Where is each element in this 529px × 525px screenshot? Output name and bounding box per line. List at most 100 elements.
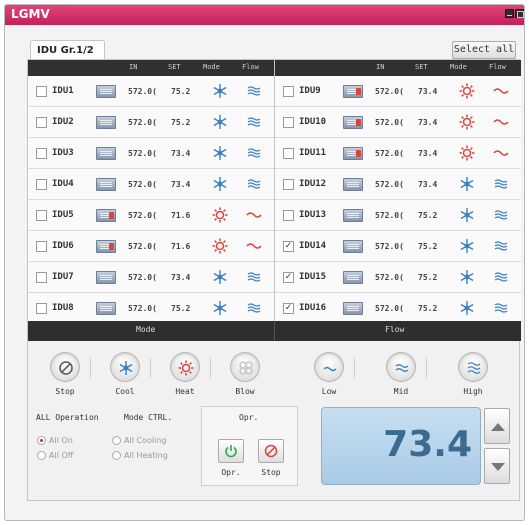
idu-checkbox[interactable] xyxy=(283,210,294,221)
idu-set-value: 75.2 xyxy=(418,273,438,282)
table-row[interactable]: IDU3 572.0(73.4 xyxy=(28,138,274,169)
mode-cool-label: Cool xyxy=(115,387,135,396)
flow-low-button[interactable] xyxy=(314,352,344,382)
table-row[interactable]: IDU9 572.0(73.4 xyxy=(275,76,521,107)
mode-cool-button[interactable] xyxy=(110,352,140,382)
wave-icon xyxy=(493,88,509,94)
table-row[interactable]: IDU12 572.0(73.4 xyxy=(275,169,521,200)
idu-in-value: 572.0( xyxy=(375,149,404,158)
idu-checkbox[interactable]: ✓ xyxy=(283,303,294,314)
idu-name: IDU6 xyxy=(52,241,74,251)
idu-flow xyxy=(246,270,262,284)
table-row[interactable]: IDU7 572.0(73.4 xyxy=(28,262,274,293)
tab-idu-group[interactable]: IDU Gr.1/2 xyxy=(30,40,105,60)
idu-checkbox[interactable] xyxy=(36,117,47,128)
table-row[interactable]: ✓ IDU16 572.0(75.2 xyxy=(275,293,521,324)
snowflake-icon xyxy=(460,239,474,253)
idu-checkbox[interactable] xyxy=(36,210,47,221)
table-row[interactable]: IDU8 572.0(75.2 xyxy=(28,293,274,324)
all-on-radio[interactable] xyxy=(37,436,46,445)
mode-blow-button[interactable] xyxy=(230,352,260,382)
idu-checkbox[interactable] xyxy=(283,179,294,190)
idu-name: IDU13 xyxy=(299,210,327,220)
stop-button[interactable] xyxy=(258,439,284,463)
idu-checkbox[interactable] xyxy=(36,241,47,252)
idu-checkbox[interactable] xyxy=(283,86,294,97)
header-in: IN xyxy=(376,63,385,71)
mode-heat-button[interactable] xyxy=(170,352,200,382)
all-off-radio[interactable] xyxy=(37,451,46,460)
wind-icon xyxy=(247,179,261,189)
sun-icon xyxy=(459,114,475,130)
snowflake-icon xyxy=(213,270,227,284)
all-operation-title: ALL Operation xyxy=(36,413,99,422)
opr-title: Opr. xyxy=(239,413,259,422)
idu-checkbox[interactable] xyxy=(36,86,47,97)
mode-blow-label: Blow xyxy=(235,387,255,396)
wind-icon xyxy=(247,117,261,127)
indoor-unit-icon xyxy=(343,271,363,284)
table-row[interactable]: IDU11 572.0(73.4 xyxy=(275,138,521,169)
temperature-up-button[interactable] xyxy=(484,408,510,444)
maximize-icon[interactable] xyxy=(515,9,524,18)
flow-mid-button[interactable] xyxy=(386,352,416,382)
wind-icon xyxy=(494,241,508,251)
table-row[interactable]: IDU10 572.0(73.4 xyxy=(275,107,521,138)
idu-checkbox[interactable]: ✓ xyxy=(283,241,294,252)
idu-in-value: 572.0( xyxy=(128,242,157,251)
all-off-label: All Off xyxy=(49,451,74,460)
flow-high-button[interactable] xyxy=(458,352,488,382)
table-header: IN SET Mode Flow xyxy=(275,60,521,76)
idu-checkbox[interactable]: ✓ xyxy=(283,272,294,283)
all-heating-radio[interactable] xyxy=(112,451,121,460)
snowflake-icon xyxy=(119,361,133,375)
idu-set-value: 73.4 xyxy=(171,273,191,282)
idu-column-right: IN SET Mode Flow IDU9 572.0(73.4 IDU10 572.… xyxy=(274,60,521,324)
header-in: IN xyxy=(129,63,138,71)
idu-checkbox[interactable] xyxy=(36,303,47,314)
table-row[interactable]: IDU1 572.0(75.2 xyxy=(28,76,274,107)
idu-name: IDU16 xyxy=(299,303,327,313)
fan-icon xyxy=(239,361,253,375)
minimize-icon[interactable] xyxy=(505,9,514,18)
idu-flow xyxy=(493,239,509,253)
idu-mode xyxy=(212,300,228,316)
table-row[interactable]: IDU4 572.0(73.4 xyxy=(28,169,274,200)
select-all-button[interactable]: Select all xyxy=(452,41,516,59)
idu-in-value: 572.0( xyxy=(375,304,404,313)
temperature-down-button[interactable] xyxy=(484,448,510,484)
table-row[interactable]: IDU5 572.0(71.6 xyxy=(28,200,274,231)
wind-icon xyxy=(494,210,508,220)
idu-flow xyxy=(493,270,509,284)
stop-icon xyxy=(59,361,73,375)
table-row[interactable]: IDU2 572.0(75.2 xyxy=(28,107,274,138)
table-row[interactable]: ✓ IDU14 572.0(75.2 xyxy=(275,231,521,262)
idu-checkbox[interactable] xyxy=(283,148,294,159)
idu-checkbox[interactable] xyxy=(283,117,294,128)
temperature-display: 73.4 xyxy=(321,407,481,485)
idu-flow xyxy=(246,208,262,222)
snowflake-icon xyxy=(213,146,227,160)
table-row[interactable]: ✓ IDU15 572.0(75.2 xyxy=(275,262,521,293)
idu-flow xyxy=(493,208,509,222)
indoor-unit-icon xyxy=(96,178,116,191)
idu-mode xyxy=(459,114,475,130)
idu-set-value: 73.4 xyxy=(171,180,191,189)
idu-column-left: IN SET Mode Flow IDU1 572.0(75.2 IDU2 572.0… xyxy=(28,60,274,324)
table-row[interactable]: IDU6 572.0(71.6 xyxy=(28,231,274,262)
mode-stop-button[interactable] xyxy=(50,352,80,382)
stop-label: Stop xyxy=(261,468,281,477)
all-cooling-radio[interactable] xyxy=(112,436,121,445)
idu-in-value: 572.0( xyxy=(128,304,157,313)
table-row[interactable]: IDU13 572.0(75.2 xyxy=(275,200,521,231)
idu-name: IDU4 xyxy=(52,179,74,189)
idu-checkbox[interactable] xyxy=(36,179,47,190)
idu-checkbox[interactable] xyxy=(36,148,47,159)
snowflake-icon xyxy=(213,177,227,191)
wind-low-icon xyxy=(323,366,337,372)
idu-checkbox[interactable] xyxy=(36,272,47,283)
idu-flow xyxy=(493,146,509,160)
operate-button[interactable] xyxy=(218,439,244,463)
indoor-unit-icon xyxy=(96,302,116,315)
header-mode: Mode xyxy=(203,63,220,71)
